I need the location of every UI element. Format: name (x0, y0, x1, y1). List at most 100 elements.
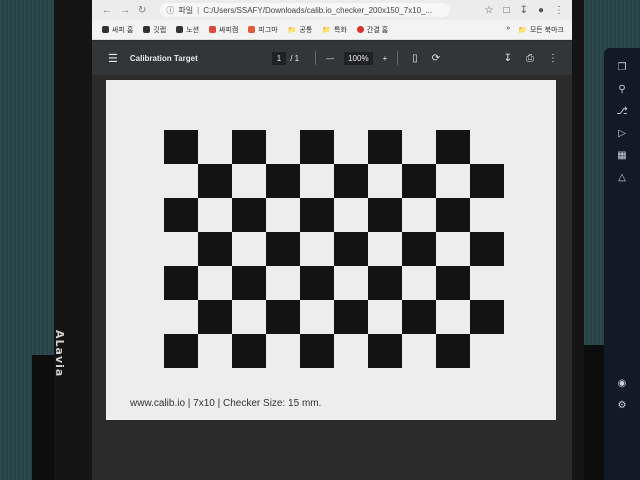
checker-square (232, 130, 266, 164)
checker-square (368, 334, 402, 368)
page-number-input[interactable]: 1 (271, 51, 287, 65)
bookmark-item[interactable]: 깃랩 (143, 25, 166, 35)
pdf-page: www.calib.io | 7x10 | Checker Size: 15 m… (106, 80, 556, 420)
checker-square (436, 130, 470, 164)
side-device-panel: ❐ ⚲ ⎇ ▷ ▦ △ ◉ ⚙ (604, 48, 640, 480)
checker-square (164, 198, 198, 232)
reload-icon[interactable]: ↻ (138, 5, 146, 16)
bookmarks-overflow: » 📁 모든 북마크 (506, 25, 564, 35)
page-caption: www.calib.io | 7x10 | Checker Size: 15 m… (130, 398, 322, 409)
bookmark-favicon-icon (176, 26, 184, 33)
checker-square (198, 164, 232, 198)
checker-square (402, 232, 436, 266)
url-text: C:/Users/SSAFY/Downloads/calib.io_checke… (203, 5, 433, 15)
url-field[interactable]: ⓘ 파일 | C:/Users/SSAFY/Downloads/calib.io… (160, 3, 451, 17)
zoom-out-button[interactable]: — (326, 54, 334, 63)
bookmark-folder[interactable]: 📁 특화 (322, 25, 347, 35)
settings-gear-icon[interactable]: ⚙ (616, 400, 628, 412)
bookmark-star-icon[interactable]: ☆ (485, 5, 494, 16)
checker-square (334, 164, 368, 198)
toolbar-divider (397, 51, 399, 65)
checker-square (334, 232, 368, 266)
pdf-title: Calibration Target (129, 53, 198, 63)
checker-square (402, 164, 436, 198)
zoom-in-button[interactable]: + (383, 54, 388, 63)
checker-square (300, 198, 334, 232)
rotate-icon[interactable]: ⟳ (432, 53, 440, 64)
folder-icon: 📁 (518, 26, 527, 34)
test-icon[interactable]: △ (616, 172, 628, 184)
back-icon[interactable]: ← (102, 5, 112, 16)
toolbar-divider (315, 51, 317, 65)
bookmark-favicon-icon (356, 26, 364, 33)
checker-square (198, 232, 232, 266)
browser-nav: ← → ↻ (102, 5, 146, 16)
checker-square (164, 334, 198, 368)
checker-square (402, 300, 436, 334)
bookmark-favicon-icon (143, 26, 151, 33)
browser-address-bar: ← → ↻ ⓘ 파일 | C:/Users/SSAFY/Downloads/ca… (92, 0, 572, 20)
bookmark-item[interactable]: 피그마 (248, 25, 278, 35)
bookmark-item[interactable]: 간결 홈 (356, 25, 388, 35)
browser-menu-icon[interactable]: ⋮ (554, 5, 564, 16)
profile-icon[interactable]: ● (538, 5, 544, 16)
bookmark-item[interactable]: 싸피 홈 (102, 25, 133, 35)
checker-square (300, 334, 334, 368)
checker-square (436, 198, 470, 232)
bookmark-favicon-icon (248, 26, 256, 33)
monitor-brand-label: ALavia (53, 330, 66, 378)
fit-page-icon[interactable]: ▯ (412, 53, 418, 64)
bookmark-item[interactable]: 싸피캠 (209, 25, 238, 35)
bookmark-item[interactable]: 노션 (176, 25, 199, 35)
checker-square (368, 130, 402, 164)
run-icon[interactable]: ▷ (616, 128, 628, 140)
folder-icon: 📁 (287, 26, 297, 34)
checker-square (368, 266, 402, 300)
print-icon[interactable]: ⎙ (526, 53, 534, 64)
checker-square (436, 266, 470, 300)
checker-square (470, 164, 504, 198)
view-tools: ▯ ⟳ (412, 53, 440, 64)
monitor-screen: ← → ↻ ⓘ 파일 | C:/Users/SSAFY/Downloads/ca… (92, 0, 572, 480)
account-icon[interactable]: ◉ (616, 378, 628, 390)
page-total: / 1 (290, 53, 300, 63)
pdf-actions: ↧ ⎙ ⋮ (504, 53, 558, 64)
bookmark-favicon-icon (102, 26, 109, 33)
checker-square (164, 130, 198, 164)
checker-square (266, 232, 300, 266)
download-icon[interactable]: ↧ (520, 5, 528, 16)
pdf-toolbar: ☰ Calibration Target 1 / 1 — 100% + ▯ ⟳ … (92, 41, 572, 75)
chevron-right-icon[interactable]: » (506, 25, 510, 35)
info-icon: ⓘ (166, 5, 175, 15)
more-options-icon[interactable]: ⋮ (548, 53, 558, 64)
extensions-icon[interactable]: □ (504, 5, 510, 16)
zoom-input[interactable]: 100% (344, 51, 373, 65)
checker-square (198, 300, 232, 334)
checker-square (470, 232, 504, 266)
url-divider: | (197, 5, 200, 15)
checker-square (232, 334, 266, 368)
folder-icon: 📁 (322, 26, 332, 34)
bookmark-favicon-icon (209, 26, 217, 33)
page-indicator: 1 / 1 (271, 51, 300, 65)
source-control-icon[interactable]: ⎇ (616, 106, 628, 118)
all-bookmarks-folder[interactable]: 📁 모든 북마크 (518, 25, 564, 35)
checker-square (300, 130, 334, 164)
checkerboard (164, 130, 504, 370)
menu-icon[interactable]: ☰ (108, 52, 118, 65)
checker-square (436, 334, 470, 368)
bookmark-folder[interactable]: 📁 공통 (288, 25, 313, 35)
search-icon[interactable]: ⚲ (616, 84, 628, 96)
bookmarks-bar: 싸피 홈 깃랩 노션 싸피캠 피그마 📁 공통 📁 특화 간결 홈 » 📁 모든 북마… (92, 20, 572, 40)
files-icon[interactable]: ❐ (616, 62, 628, 74)
checker-square (334, 300, 368, 334)
extensions-icon[interactable]: ▦ (616, 150, 628, 162)
forward-icon[interactable]: → (120, 5, 130, 16)
browser-actions: ☆ □ ↧ ● ⋮ (485, 5, 564, 16)
checker-square (266, 300, 300, 334)
checker-square (232, 198, 266, 232)
url-prefix: 파일 (178, 5, 194, 15)
download-icon[interactable]: ↧ (504, 53, 512, 64)
zoom-controls: — 100% + (315, 51, 399, 65)
checker-square (266, 164, 300, 198)
